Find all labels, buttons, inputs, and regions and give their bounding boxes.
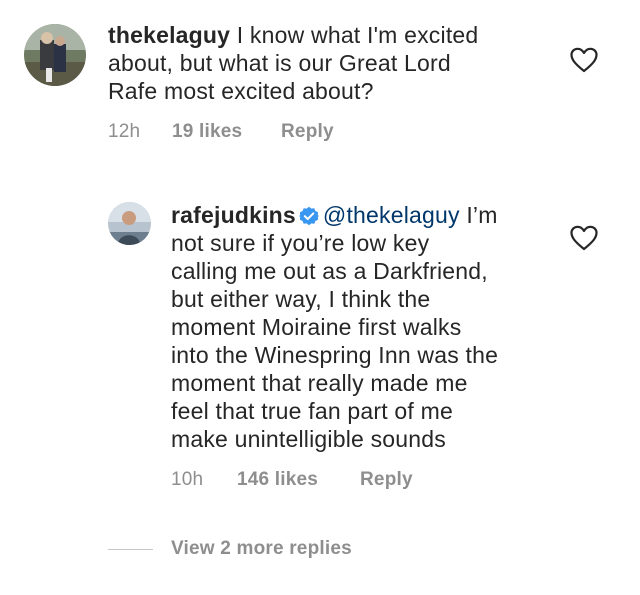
reply-line-7: moment that really made me — [171, 369, 611, 397]
reply-line-1: rafejudkins @thekelaguy I’m — [171, 201, 611, 229]
reply-text-line: moment Moiraine first walks — [171, 314, 462, 340]
like-heart-icon[interactable] — [570, 225, 598, 251]
like-heart-icon[interactable] — [570, 47, 598, 73]
comment-reply-button[interactable]: Reply — [281, 121, 334, 143]
reply-text-line: but either way, I think the — [171, 286, 431, 312]
view-more-label[interactable]: View 2 more replies — [171, 538, 352, 560]
reply-text-line: calling me out as a Darkfriend, — [171, 258, 488, 284]
reply-username[interactable]: rafejudkins — [171, 202, 296, 228]
comment-text: thekelaguy I know what I'm excited about… — [108, 21, 578, 105]
comment-time: 12h — [108, 121, 141, 142]
reply-line-3: calling me out as a Darkfriend, — [171, 257, 611, 285]
comment-text-line: I know what I'm excited — [236, 22, 479, 48]
reply-line-5: moment Moiraine first walks — [171, 313, 611, 341]
reply-line-6: into the Winespring Inn was the — [171, 341, 611, 369]
profile-photo-icon — [24, 24, 86, 86]
avatar-thekelaguy[interactable] — [24, 24, 86, 86]
reply-likes[interactable]: 146 likes — [237, 469, 318, 491]
reply-text-line: I’m — [466, 202, 498, 228]
reply-time: 10h — [171, 469, 204, 490]
reply-text-line: feel that true fan part of me — [171, 398, 453, 424]
reply-mention-link[interactable]: @thekelaguy — [323, 202, 460, 228]
view-more-replies[interactable]: View 2 more replies — [108, 537, 352, 561]
reply-line-4: but either way, I think the — [171, 285, 611, 313]
reply-text-line: into the Winespring Inn was the — [171, 342, 499, 368]
comment-likes[interactable]: 19 likes — [172, 121, 242, 143]
reply-text-line: not sure if you’re low key — [171, 230, 430, 256]
reply-text: rafejudkins @thekelaguy I’m not sure if … — [171, 201, 611, 453]
comment-text-line: Rafe most excited about? — [108, 78, 374, 104]
comment-line-3: Rafe most excited about? — [108, 77, 578, 105]
reply-reply-button[interactable]: Reply — [360, 469, 413, 491]
reply-text-line: moment that really made me — [171, 370, 468, 396]
comment-text-line: about, but what is our Great Lord — [108, 50, 451, 76]
view-more-divider — [108, 548, 153, 550]
reply-line-2: not sure if you’re low key — [171, 229, 611, 257]
reply-line-9: make unintelligible sounds — [171, 425, 611, 453]
comment-line-2: about, but what is our Great Lord — [108, 49, 578, 77]
comment-line-1: thekelaguy I know what I'm excited — [108, 21, 578, 49]
profile-photo-icon — [108, 202, 151, 245]
verified-badge-icon — [298, 206, 319, 226]
comment-username[interactable]: thekelaguy — [108, 22, 230, 48]
reply-text-line: make unintelligible sounds — [171, 426, 446, 452]
avatar-rafejudkins[interactable] — [108, 202, 151, 245]
comment-meta: 12h 19 likes Reply — [108, 121, 408, 145]
reply-line-8: feel that true fan part of me — [171, 397, 611, 425]
reply-meta: 10h 146 likes Reply — [171, 469, 471, 493]
